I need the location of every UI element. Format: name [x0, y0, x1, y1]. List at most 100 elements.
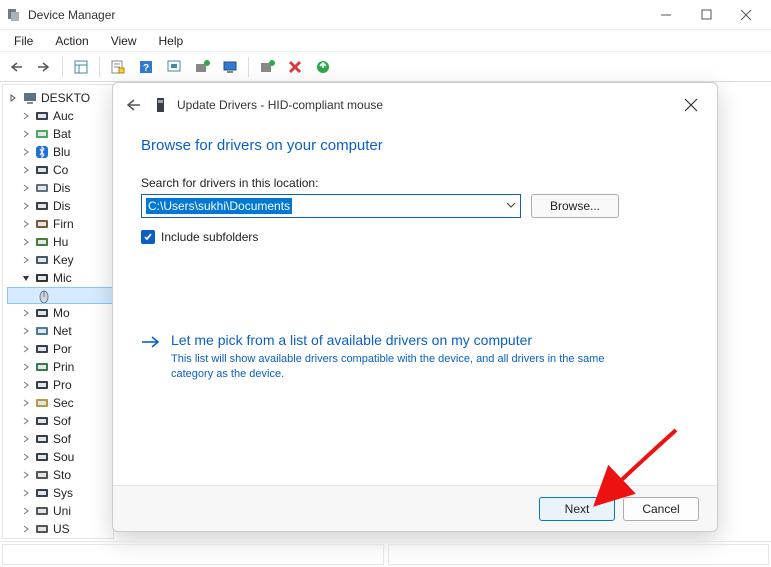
pick-link-title: Let me pick from a list of available dri… [171, 332, 611, 348]
disable-button[interactable] [283, 55, 307, 79]
expand-icon[interactable] [21, 452, 31, 462]
expand-icon[interactable] [21, 506, 31, 516]
chevron-down-icon[interactable] [506, 199, 516, 213]
tree-item-label: Co [53, 163, 68, 177]
device-category-icon [34, 395, 50, 411]
pick-link-description: This list will show available drivers co… [171, 352, 611, 382]
expand-icon[interactable] [21, 273, 31, 283]
tree-item[interactable]: Sec [7, 394, 113, 412]
device-tree[interactable]: DESKTO AucBatBluCoDisDisFirnHuKeyMicMoNe… [2, 84, 114, 539]
expand-icon[interactable] [21, 219, 31, 229]
device-category-icon [34, 359, 50, 375]
expand-icon[interactable] [21, 183, 31, 193]
tree-item-label: Por [53, 342, 72, 356]
expand-icon[interactable] [21, 488, 31, 498]
dialog-header: Update Drivers - HID-compliant mouse [113, 83, 717, 127]
cancel-button[interactable]: Cancel [623, 497, 699, 521]
tree-item[interactable]: Sys [7, 484, 113, 502]
uninstall-button[interactable] [255, 55, 279, 79]
expand-icon[interactable] [21, 470, 31, 480]
expand-icon[interactable] [21, 255, 31, 265]
collapse-icon[interactable] [9, 93, 19, 103]
properties-button[interactable] [106, 55, 130, 79]
menu-help[interactable]: Help [149, 32, 194, 50]
device-category-icon [34, 485, 50, 501]
expand-icon[interactable] [21, 434, 31, 444]
expand-icon[interactable] [21, 380, 31, 390]
tree-root[interactable]: DESKTO [7, 89, 113, 107]
forward-button[interactable] [32, 55, 56, 79]
monitor-button[interactable] [218, 55, 242, 79]
device-category-icon [34, 144, 50, 160]
tree-item[interactable]: Sof [7, 430, 113, 448]
tree-item[interactable]: Bat [7, 125, 113, 143]
tree-item[interactable]: Sof [7, 412, 113, 430]
tree-item-label: Pro [53, 378, 72, 392]
tree-item[interactable]: Sou [7, 448, 113, 466]
device-icon [153, 97, 169, 113]
tree-item[interactable]: Co [7, 161, 113, 179]
expand-icon[interactable] [21, 111, 31, 121]
tree-item[interactable]: Blu [7, 143, 113, 161]
expand-icon[interactable] [21, 326, 31, 336]
scan-hardware-button[interactable] [162, 55, 186, 79]
minimize-button[interactable] [655, 4, 677, 26]
device-category-icon [34, 323, 50, 339]
include-subfolders-checkbox[interactable]: Include subfolders [141, 230, 689, 244]
cancel-button-label: Cancel [642, 502, 679, 516]
device-category-icon [34, 521, 50, 537]
expand-icon[interactable] [21, 398, 31, 408]
show-hide-tree-button[interactable] [69, 55, 93, 79]
tree-item[interactable]: Dis [7, 197, 113, 215]
tree-item[interactable]: Mo [7, 304, 113, 322]
tree-item[interactable]: Pro [7, 376, 113, 394]
expand-icon[interactable] [21, 344, 31, 354]
path-combobox[interactable]: C:\Users\sukhi\Documents [141, 194, 521, 218]
device-category-icon [34, 180, 50, 196]
tree-item[interactable]: Mic [7, 269, 113, 287]
expand-icon[interactable] [21, 147, 31, 157]
tree-item[interactable]: Net [7, 322, 113, 340]
tree-item-selected[interactable] [7, 287, 113, 304]
expand-icon[interactable] [21, 165, 31, 175]
checkbox-checked-icon [141, 230, 155, 244]
tree-item-label: Sof [53, 432, 71, 446]
tree-item[interactable]: Prin [7, 358, 113, 376]
expand-icon[interactable] [21, 416, 31, 426]
details-pane [0, 541, 771, 567]
update-driver-button[interactable] [190, 55, 214, 79]
expand-icon[interactable] [21, 129, 31, 139]
expand-icon[interactable] [21, 362, 31, 372]
dialog-back-button[interactable] [121, 93, 145, 117]
tree-item[interactable]: US [7, 520, 113, 538]
help-button[interactable]: ? [134, 55, 158, 79]
menu-view[interactable]: View [101, 32, 147, 50]
dialog-close-button[interactable] [673, 89, 709, 121]
maximize-button[interactable] [695, 4, 717, 26]
svg-text:?: ? [143, 63, 149, 74]
close-window-button[interactable] [735, 4, 757, 26]
tree-item[interactable]: Key [7, 251, 113, 269]
expand-icon[interactable] [21, 308, 31, 318]
tree-item[interactable]: Uni [7, 502, 113, 520]
pick-from-list-link[interactable]: Let me pick from a list of available dri… [141, 332, 689, 382]
enable-button[interactable] [311, 55, 335, 79]
tree-item-label: Uni [53, 504, 71, 518]
back-button[interactable] [4, 55, 28, 79]
browse-button[interactable]: Browse... [531, 194, 619, 218]
tree-item[interactable]: Firn [7, 215, 113, 233]
tree-item[interactable]: Por [7, 340, 113, 358]
tree-item[interactable]: Dis [7, 179, 113, 197]
toolbar: ? [0, 52, 771, 82]
menu-action[interactable]: Action [45, 32, 98, 50]
expand-icon[interactable] [21, 237, 31, 247]
next-button[interactable]: Next [539, 497, 615, 521]
device-category-icon [34, 305, 50, 321]
tree-item[interactable]: Auc [7, 107, 113, 125]
tree-item[interactable]: Sto [7, 466, 113, 484]
device-category-icon [34, 503, 50, 519]
tree-item[interactable]: Hu [7, 233, 113, 251]
expand-icon[interactable] [21, 201, 31, 211]
menu-file[interactable]: File [4, 32, 43, 50]
expand-icon[interactable] [21, 524, 31, 534]
